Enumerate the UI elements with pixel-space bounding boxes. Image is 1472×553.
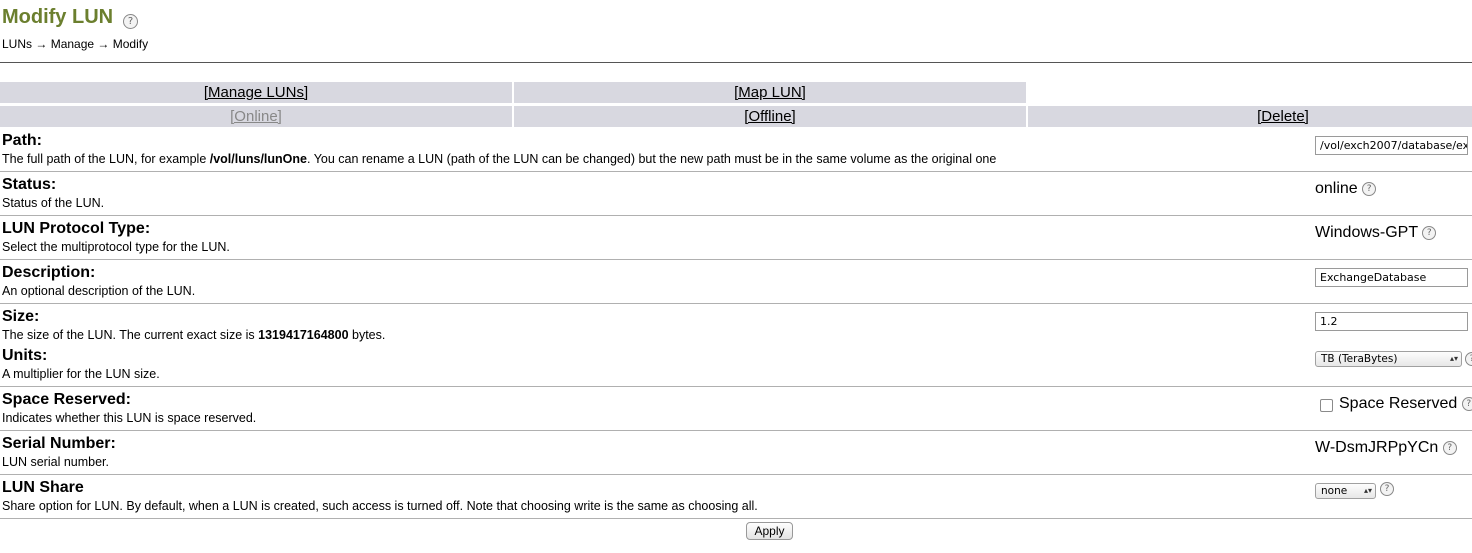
- units-description: A multiplier for the LUN size.: [2, 367, 160, 381]
- size-desc-text: The size of the LUN. The current exact s…: [2, 328, 259, 342]
- online-link: [Online]: [230, 108, 282, 125]
- help-icon[interactable]: ?: [1422, 225, 1437, 240]
- space-reserved-label: Space Reserved:: [2, 391, 131, 408]
- nav-cell-offline: [Offline]: [514, 106, 1026, 127]
- status-value: online ?: [1315, 180, 1377, 198]
- breadcrumb: LUNs → Manage → Modify: [2, 37, 148, 51]
- path-desc-text: . You can rename a LUN (path of the LUN …: [306, 152, 997, 166]
- breadcrumb-item-manage[interactable]: Manage: [51, 37, 94, 51]
- nav-cell-manage-luns: [Manage LUNs]: [0, 82, 512, 103]
- map-lun-link[interactable]: [Map LUN]: [734, 84, 806, 101]
- share-label: LUN Share: [2, 479, 84, 496]
- row-divider: [0, 430, 1472, 431]
- size-input[interactable]: 1.2: [1315, 312, 1468, 331]
- space-reserved-checkbox[interactable]: [1320, 399, 1333, 412]
- share-selected-value: none: [1321, 485, 1348, 497]
- apply-button[interactable]: Apply: [746, 522, 793, 540]
- size-description: The size of the LUN. The current exact s…: [2, 328, 385, 342]
- help-icon[interactable]: ?: [1362, 181, 1377, 196]
- page-title: Modify LUN: [2, 6, 114, 28]
- help-icon[interactable]: ?: [1465, 352, 1472, 366]
- row-divider: [0, 171, 1472, 172]
- help-icon[interactable]: ?: [1380, 482, 1394, 496]
- row-divider: [0, 386, 1472, 387]
- status-text: online: [1315, 180, 1358, 197]
- path-example: /vol/luns/lunOne: [209, 152, 307, 166]
- share-select[interactable]: none ▴▾: [1315, 483, 1376, 499]
- size-exact-bytes: 1319417164800: [258, 328, 349, 342]
- status-description: Status of the LUN.: [2, 196, 105, 210]
- share-description: Share option for LUN. By default, when a…: [2, 499, 758, 513]
- description-description: An optional description of the LUN.: [2, 284, 196, 298]
- space-reserved-checkbox-label: Space Reserved ?: [1339, 395, 1472, 413]
- space-reserved-text: Space Reserved: [1339, 395, 1458, 412]
- units-select[interactable]: TB (TeraBytes) ▴▾: [1315, 351, 1462, 367]
- size-label: Size:: [2, 308, 40, 325]
- manage-luns-link[interactable]: [Manage LUNs]: [204, 84, 308, 101]
- path-desc-text: The full path of the LUN, for example: [2, 152, 210, 166]
- row-divider: [0, 259, 1472, 260]
- protocol-value: Windows-GPT ?: [1315, 224, 1437, 242]
- serial-label: Serial Number:: [2, 435, 116, 452]
- serial-description: LUN serial number.: [2, 455, 109, 469]
- select-arrows-icon: ▴▾: [1449, 354, 1458, 363]
- row-divider: [0, 215, 1472, 216]
- path-input[interactable]: /vol/exch2007/database/ex: [1315, 136, 1468, 155]
- nav-cell-online: [Online]: [0, 106, 512, 127]
- description-input[interactable]: ExchangeDatabase: [1315, 268, 1468, 287]
- breadcrumb-item-modify: Modify: [112, 37, 149, 51]
- row-divider: [0, 518, 1472, 519]
- protocol-label: LUN Protocol Type:: [2, 220, 151, 237]
- delete-link[interactable]: [Delete]: [1257, 108, 1309, 125]
- offline-link[interactable]: [Offline]: [744, 108, 795, 125]
- nav-cell-map-lun: [Map LUN]: [514, 82, 1026, 103]
- serial-text: W-DsmJRPpYCn: [1315, 439, 1439, 456]
- description-label: Description:: [2, 264, 96, 281]
- path-label: Path:: [2, 132, 42, 149]
- select-arrows-icon: ▴▾: [1363, 486, 1372, 495]
- space-reserved-description: Indicates whether this LUN is space rese…: [2, 411, 257, 425]
- row-divider: [0, 303, 1472, 304]
- units-selected-value: TB (TeraBytes): [1321, 353, 1398, 365]
- protocol-text: Windows-GPT: [1315, 224, 1418, 241]
- breadcrumb-item-luns[interactable]: LUNs: [2, 37, 32, 51]
- arrow-right-icon: →: [97, 37, 110, 51]
- help-icon[interactable]: ?: [1442, 440, 1457, 455]
- arrow-right-icon: →: [35, 37, 48, 51]
- header-divider: [0, 62, 1472, 63]
- row-divider: [0, 474, 1472, 475]
- nav-cell-delete: [Delete]: [1028, 106, 1472, 127]
- serial-value: W-DsmJRPpYCn ?: [1315, 439, 1457, 457]
- help-icon[interactable]: ?: [1461, 396, 1472, 411]
- path-description: The full path of the LUN, for example /v…: [2, 152, 996, 166]
- help-icon[interactable]: ?: [123, 14, 138, 29]
- protocol-description: Select the multiprotocol type for the LU…: [2, 240, 230, 254]
- status-label: Status:: [2, 176, 57, 193]
- size-desc-text: bytes.: [348, 328, 386, 342]
- units-label: Units:: [2, 347, 48, 364]
